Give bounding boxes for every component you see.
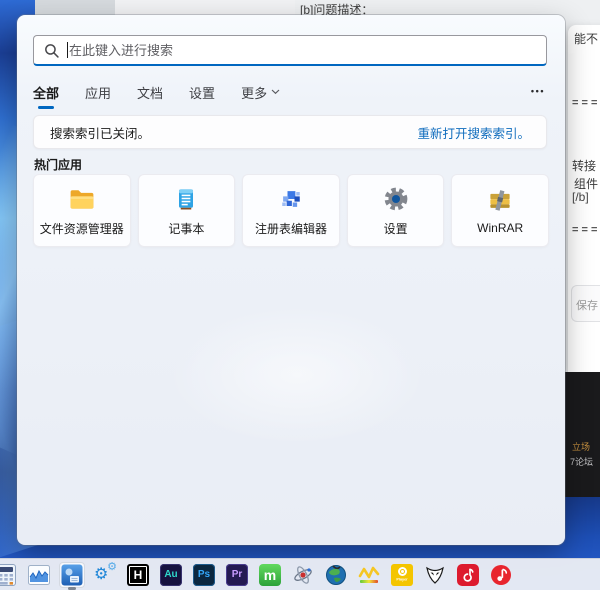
winrar-books-icon bbox=[490, 190, 510, 211]
tab-all[interactable]: 全部 bbox=[33, 83, 59, 102]
background-window-strip[interactable] bbox=[115, 0, 295, 16]
search-index-banner: 搜索索引已关闭。 重新打开搜索索引。 bbox=[33, 115, 547, 149]
banner-message: 搜索索引已关闭。 bbox=[50, 126, 151, 141]
globe-icon bbox=[326, 564, 346, 585]
more-options-button[interactable]: ••• bbox=[525, 81, 551, 101]
app-tile-label: 记事本 bbox=[168, 221, 205, 236]
tab-documents[interactable]: 文档 bbox=[137, 83, 163, 102]
music-note-icon bbox=[491, 564, 511, 585]
foobar-head-icon bbox=[426, 566, 444, 584]
h-app-icon: H bbox=[127, 563, 149, 586]
gears-icon: ⚙ ⚙ bbox=[93, 560, 117, 587]
taskbar-item-adobe-premiere[interactable]: Pr bbox=[224, 562, 250, 588]
app-tile-winrar[interactable]: WinRAR bbox=[451, 174, 549, 247]
folder-icon bbox=[70, 189, 94, 209]
active-app-icon bbox=[61, 564, 83, 585]
taskbar-item-task-manager[interactable] bbox=[26, 562, 52, 588]
forum-text-fragment: 能不 bbox=[574, 32, 599, 46]
player-ring-glyph bbox=[397, 566, 407, 576]
search-box bbox=[33, 35, 547, 66]
taskbar-item-adobe-photoshop[interactable]: Ps bbox=[191, 562, 217, 588]
app-tile-notepad[interactable]: 记事本 bbox=[137, 174, 236, 247]
background-page-footer[interactable] bbox=[565, 372, 600, 497]
forum-text-fragment: = = = bbox=[572, 97, 598, 109]
audition-icon: Au bbox=[160, 563, 182, 586]
tab-settings[interactable]: 设置 bbox=[189, 83, 215, 102]
gear-icon bbox=[384, 187, 407, 210]
taskbar-item-media-player[interactable]: Player bbox=[389, 562, 415, 588]
netease-music-icon bbox=[457, 563, 479, 586]
forum-text-fragment: = = = bbox=[572, 224, 598, 236]
performance-graph-icon bbox=[28, 564, 50, 585]
app-tile-settings[interactable]: 设置 bbox=[346, 174, 445, 247]
tab-more[interactable]: 更多 bbox=[241, 83, 280, 102]
background-window-strip[interactable] bbox=[35, 0, 115, 16]
search-input[interactable] bbox=[34, 36, 546, 64]
notepad-icon bbox=[179, 188, 194, 209]
gear-glyph: ⚙ bbox=[107, 560, 117, 573]
ellipsis-icon: ••• bbox=[530, 86, 546, 96]
photoshop-icon: Ps bbox=[193, 563, 215, 586]
tab-apps[interactable]: 应用 bbox=[85, 83, 111, 102]
active-window-indicator bbox=[68, 587, 76, 590]
taskbar-item-atom-app[interactable] bbox=[290, 562, 316, 588]
taskbar-item-music-app[interactable] bbox=[488, 562, 514, 588]
waveform-icon bbox=[358, 566, 380, 583]
reopen-index-link[interactable]: 重新打开搜索索引。 bbox=[417, 123, 530, 142]
calculator-icon bbox=[0, 563, 16, 586]
desktop: [b]问题描述： 能不 = = = 转接 组件 [/b] = = = 保存 立场… bbox=[0, 0, 600, 590]
search-flyout: 全部 应用 文档 设置 更多 ••• 搜索索引已关闭。 重新打开搜索索引。 bbox=[17, 15, 565, 545]
forum-text-fragment: 保存 bbox=[576, 300, 598, 312]
forum-text-fragment: [/b] bbox=[572, 190, 589, 204]
app-tile-file-explorer[interactable]: 文件资源管理器 bbox=[33, 174, 131, 247]
app-tile-label: 文件资源管理器 bbox=[39, 221, 124, 236]
app-tile-label: 设置 bbox=[383, 221, 408, 236]
taskbar-item-foobar2000[interactable] bbox=[422, 562, 448, 588]
footer-text-fragment: 立场 bbox=[572, 442, 591, 452]
footer-text-fragment: 7论坛 bbox=[570, 457, 594, 467]
taskbar-item-handbrake[interactable]: H bbox=[125, 562, 151, 588]
taskbar-item-adobe-audition[interactable]: Au bbox=[158, 562, 184, 588]
app-tile-label: WinRAR bbox=[477, 221, 524, 235]
atom-icon bbox=[294, 565, 312, 584]
taskbar-item-mediainfo[interactable]: m bbox=[257, 562, 283, 588]
taskbar-item-goldwave[interactable] bbox=[356, 562, 382, 588]
search-filter-tabs: 全部 应用 文档 设置 更多 bbox=[33, 82, 280, 102]
top-apps-row: 文件资源管理器 记事本 注册表编辑器 设置 WinRAR bbox=[33, 174, 549, 247]
taskbar-item-globe-app[interactable] bbox=[323, 562, 349, 588]
app-tile-registry-editor[interactable]: 注册表编辑器 bbox=[242, 174, 340, 247]
app-tile-label: 注册表编辑器 bbox=[254, 221, 327, 236]
forum-text-fragment: 转接 bbox=[572, 159, 597, 173]
player-icon: Player bbox=[391, 563, 413, 586]
taskbar: ⚙ ⚙ H Au Ps Pr m Player bbox=[0, 558, 600, 590]
mediainfo-icon: m bbox=[259, 563, 281, 586]
premiere-icon: Pr bbox=[226, 563, 248, 586]
panel-glow bbox=[167, 305, 427, 445]
taskbar-item-active-window[interactable] bbox=[59, 561, 85, 590]
chevron-down-icon bbox=[271, 89, 280, 95]
text-caret bbox=[67, 42, 69, 58]
taskbar-item-gears-utility[interactable]: ⚙ ⚙ bbox=[92, 560, 118, 588]
taskbar-item-calculator[interactable] bbox=[0, 562, 19, 588]
registry-cubes-icon bbox=[282, 190, 300, 207]
top-apps-heading: 热门应用 bbox=[34, 158, 83, 172]
taskbar-item-netease-cloud-music[interactable] bbox=[455, 562, 481, 588]
